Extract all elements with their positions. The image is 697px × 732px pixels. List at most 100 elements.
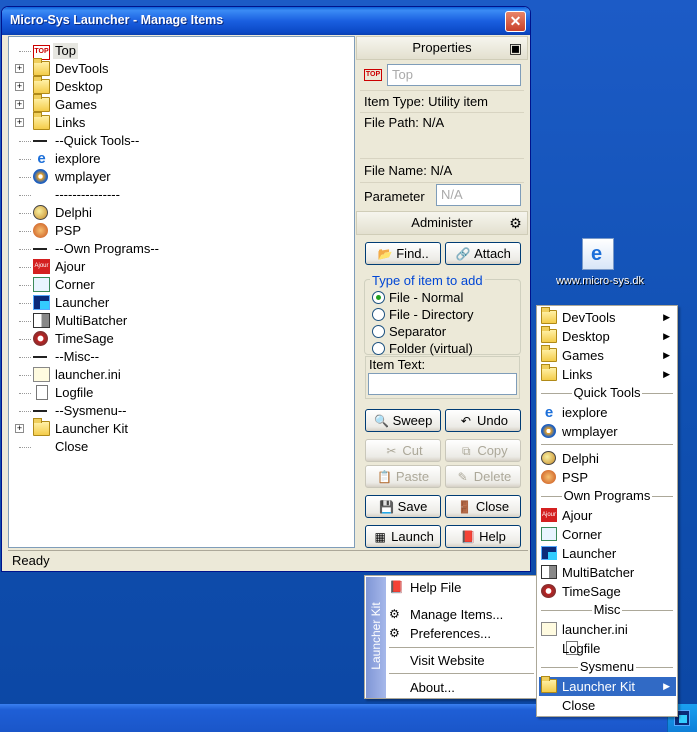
tree-node[interactable]: Ajour Ajour xyxy=(9,258,339,276)
expand-icon[interactable]: + xyxy=(15,64,24,73)
copy-label: Copy xyxy=(477,443,508,458)
menu-item[interactable]: Desktop ▶ xyxy=(539,326,676,346)
radio-button-icon[interactable] xyxy=(372,342,385,355)
website-shortcut-icon[interactable] xyxy=(582,238,614,270)
tree-node[interactable]: --Sysmenu-- xyxy=(9,402,339,420)
help-file-item[interactable]: 📕 Help File xyxy=(387,578,535,597)
item-type-radio[interactable]: Separator xyxy=(372,324,446,340)
expand-icon[interactable]: + xyxy=(15,100,24,109)
menu-item[interactable]: Games ▶ xyxy=(539,345,676,365)
tree-node[interactable]: Delphi xyxy=(9,204,339,222)
about-label: About... xyxy=(410,680,455,695)
tree-node[interactable]: PSP xyxy=(9,222,339,240)
menu-item[interactable]: Close xyxy=(539,696,676,715)
tree-node-label: --Misc-- xyxy=(55,349,100,364)
menu-item[interactable]: Ajour Ajour xyxy=(539,506,676,525)
tree-node[interactable]: --Quick Tools-- xyxy=(9,132,339,150)
preferences-item[interactable]: ⚙ Preferences... xyxy=(387,624,535,643)
tree-node[interactable]: --Misc-- xyxy=(9,348,339,366)
paste-button[interactable]: 📋 Paste xyxy=(365,465,441,488)
menu-item[interactable]: PSP xyxy=(539,468,676,487)
radio-button-icon[interactable] xyxy=(372,308,385,321)
menu-item[interactable]: Logfile xyxy=(539,639,676,658)
separator-icon xyxy=(33,356,47,358)
tree-node[interactable]: + Games xyxy=(9,94,339,114)
item-type-radio[interactable]: File - Normal xyxy=(372,290,463,306)
launch-button[interactable]: ▦ Launch xyxy=(365,525,441,548)
close-button[interactable]: 🚪 Close xyxy=(445,495,521,518)
tree-node-label: Logfile xyxy=(55,385,94,400)
website-shortcut-label[interactable]: www.micro-sys.dk xyxy=(553,275,647,287)
radio-button-icon[interactable] xyxy=(372,325,385,338)
save-button[interactable]: 💾 Save xyxy=(365,495,441,518)
divider xyxy=(360,158,524,159)
menu-item[interactable]: MultiBatcher xyxy=(539,563,676,582)
tree-node[interactable]: + DevTools xyxy=(9,58,339,78)
item-type-radio[interactable]: Folder (virtual) xyxy=(372,341,473,357)
tree-node[interactable]: launcher.ini xyxy=(9,366,339,384)
visit-website-item[interactable]: Visit Website xyxy=(387,651,535,670)
title-bar[interactable]: Micro-Sys Launcher - Manage Items ✕ xyxy=(2,7,530,35)
radio-button-icon[interactable] xyxy=(372,291,385,304)
tree-node[interactable]: wmplayer xyxy=(9,168,339,186)
menu-item[interactable]: Delphi xyxy=(539,449,676,468)
menu-item[interactable]: TimeSage xyxy=(539,582,676,601)
tree-node-label: --Quick Tools-- xyxy=(55,133,140,148)
launcher-kit-submenu: Launcher Kit 📕 Help File ⚙ Manage Items...… xyxy=(364,575,537,699)
menu-item[interactable]: DevTools ▶ xyxy=(539,307,676,327)
menu-item-label: Corner xyxy=(562,527,602,542)
expand-icon[interactable]: + xyxy=(15,82,24,91)
tree-node[interactable]: + Desktop xyxy=(9,76,339,96)
properties-icon[interactable]: ▣ xyxy=(508,41,523,55)
sweep-button[interactable]: 🔍 Sweep xyxy=(365,409,441,432)
tree-line xyxy=(19,231,31,232)
tree-node[interactable]: Launcher xyxy=(9,294,339,312)
attach-button[interactable]: 🔗 Attach xyxy=(445,242,521,265)
log-file-icon xyxy=(36,385,48,400)
menu-item-label: DevTools xyxy=(562,310,616,325)
item-text-input[interactable] xyxy=(368,373,517,395)
manage-items-item[interactable]: ⚙ Manage Items... xyxy=(387,605,535,624)
parameter-field[interactable]: N/A xyxy=(436,184,521,206)
tree-node[interactable]: --Own Programs-- xyxy=(9,240,339,258)
menu-item-label: launcher.ini xyxy=(562,622,628,637)
tree-line xyxy=(19,375,31,376)
gear-icon[interactable]: ⚙ xyxy=(508,216,523,230)
delete-button[interactable]: ✎ Delete xyxy=(445,465,521,488)
tree-node[interactable]: Logfile xyxy=(9,384,339,402)
expand-icon[interactable]: + xyxy=(15,118,24,127)
expand-icon[interactable]: + xyxy=(15,424,24,433)
about-item[interactable]: About... xyxy=(387,678,535,697)
item-text-label: Item Text: xyxy=(369,357,426,372)
corner-icon xyxy=(541,527,557,541)
menu-item[interactable]: Links ▶ xyxy=(539,364,676,384)
menu-item[interactable]: e iexplore xyxy=(539,403,676,422)
attach-label: Attach xyxy=(474,246,511,261)
menu-item-label: Launcher Kit xyxy=(562,679,635,694)
tree-node[interactable]: --------------- xyxy=(9,186,339,204)
cut-button[interactable]: ✂ Cut xyxy=(365,439,441,462)
tree-node[interactable]: MultiBatcher xyxy=(9,312,339,330)
menu-item[interactable]: Launcher Kit ▶ xyxy=(539,676,676,696)
tree-node[interactable]: TimeSage xyxy=(9,330,339,348)
submenu-arrow-icon: ▶ xyxy=(663,681,670,691)
tree-node[interactable]: Close xyxy=(9,438,339,456)
menu-item[interactable]: wmplayer xyxy=(539,422,676,441)
tree-node[interactable]: TOP Top xyxy=(9,42,339,60)
help-file-label: Help File xyxy=(410,580,462,595)
tree-node[interactable]: Corner xyxy=(9,276,339,294)
name-field[interactable]: Top xyxy=(387,64,521,86)
tree-node[interactable]: + Launcher Kit xyxy=(9,418,339,438)
undo-button[interactable]: ↶ Undo xyxy=(445,409,521,432)
items-tree[interactable]: TOP Top + DevTools + Desktop + Games + Links --Qui… xyxy=(8,36,355,548)
window-close-button[interactable]: ✕ xyxy=(505,11,526,32)
menu-item[interactable]: Launcher xyxy=(539,544,676,563)
copy-button[interactable]: ⧉ Copy xyxy=(445,439,521,462)
help-button[interactable]: 📕 Help xyxy=(445,525,521,548)
menu-item[interactable]: Corner xyxy=(539,525,676,544)
menu-item[interactable]: launcher.ini xyxy=(539,620,676,639)
item-type-radio[interactable]: File - Directory xyxy=(372,307,474,323)
tree-node[interactable]: e iexplore xyxy=(9,150,339,168)
tree-node[interactable]: + Links xyxy=(9,112,339,132)
find-button[interactable]: 📂 Find.. xyxy=(365,242,441,265)
